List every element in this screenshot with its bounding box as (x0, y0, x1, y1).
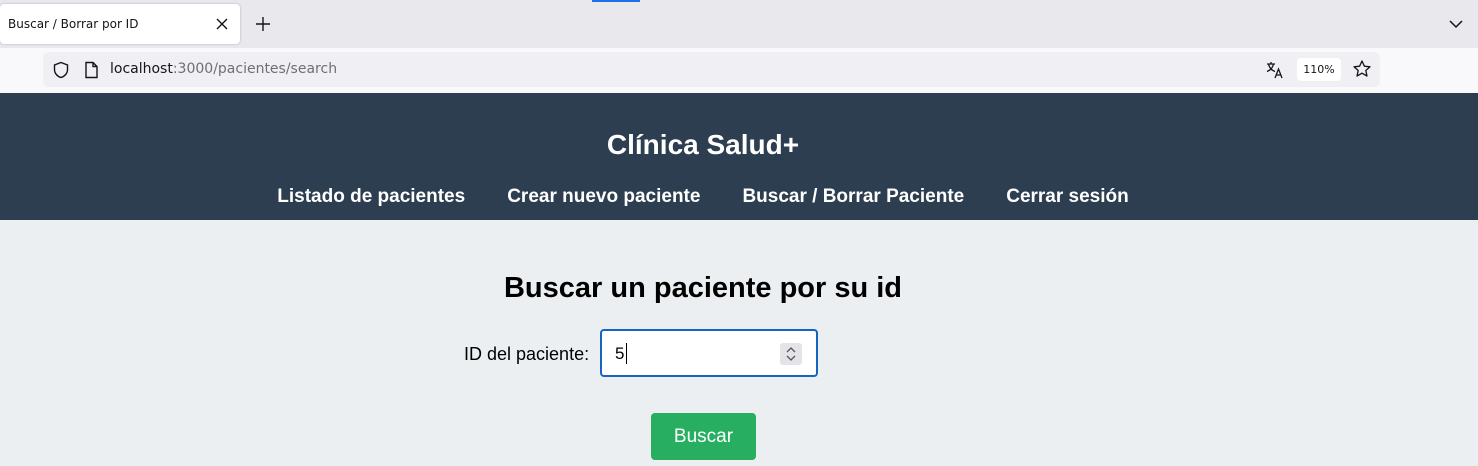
number-spinner-icon[interactable] (780, 343, 802, 365)
main-content: Buscar un paciente por su id ID del paci… (0, 220, 1478, 466)
search-button[interactable]: Buscar (651, 413, 756, 460)
patient-id-value: 5 (615, 344, 625, 363)
url-host: localhost (110, 61, 173, 77)
nav-link-listado-pacientes[interactable]: Listado de pacientes (277, 186, 465, 208)
url-path: :3000/pacientes/search (172, 61, 338, 77)
shield-icon[interactable] (52, 61, 70, 79)
patient-id-label: ID del paciente: (464, 344, 590, 364)
new-tab-icon[interactable] (254, 15, 272, 33)
page-icon[interactable] (83, 61, 99, 79)
tab-title: Buscar / Borrar por ID (8, 17, 139, 31)
main-nav: Listado de pacientes Crear nuevo pacient… (0, 186, 1406, 208)
nav-link-crear-paciente[interactable]: Crear nuevo paciente (507, 186, 700, 208)
bookmark-star-icon[interactable] (1352, 59, 1372, 79)
close-icon[interactable] (214, 16, 230, 32)
patient-id-input[interactable]: 5 (600, 329, 818, 377)
address-bar[interactable]: localhost:3000/pacientes/search 110% (43, 52, 1380, 87)
translate-icon[interactable] (1265, 60, 1285, 80)
nav-link-cerrar-sesion[interactable]: Cerrar sesión (1006, 186, 1129, 208)
browser-tab[interactable]: Buscar / Borrar por ID (0, 4, 240, 44)
page-heading: Buscar un paciente por su id (503, 272, 903, 304)
url-text[interactable]: localhost:3000/pacientes/search (110, 61, 337, 77)
browser-tab-strip: Buscar / Borrar por ID (0, 0, 1478, 48)
site-header: Clínica Salud+ Listado de pacientes Crea… (0, 93, 1478, 220)
site-title: Clínica Salud+ (606, 129, 800, 160)
zoom-level-badge[interactable]: 110% (1297, 58, 1341, 81)
tab-loading-indicator (592, 0, 640, 2)
browser-toolbar: localhost:3000/pacientes/search 110% (0, 48, 1478, 93)
chevron-down-icon[interactable] (1448, 18, 1464, 30)
nav-link-buscar-borrar[interactable]: Buscar / Borrar Paciente (742, 186, 964, 208)
text-caret (626, 343, 627, 364)
